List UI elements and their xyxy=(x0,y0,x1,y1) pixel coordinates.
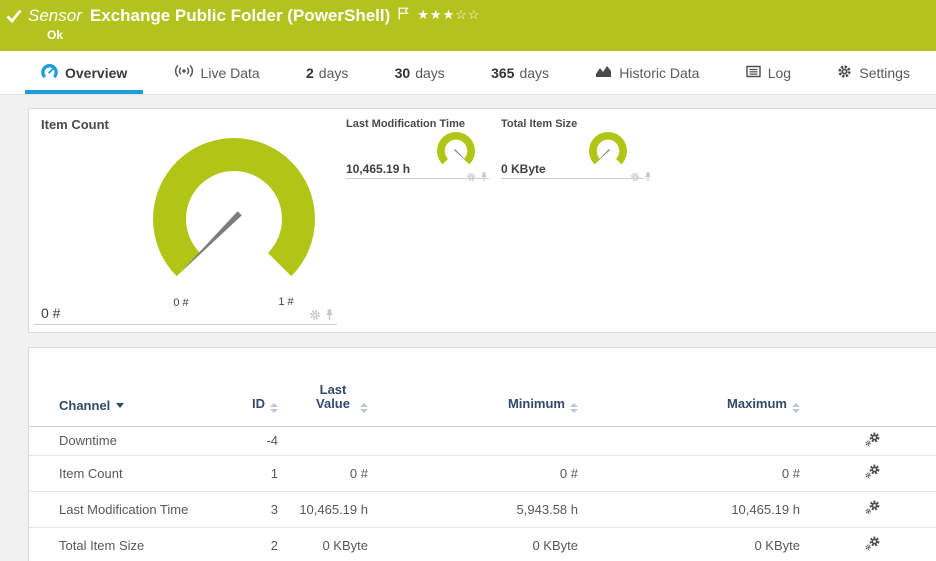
tab-bar: Overview Live Data 2 days 30 days 365 da… xyxy=(0,51,936,95)
column-header-channel[interactable]: Channel xyxy=(29,348,229,427)
column-header-id[interactable]: ID xyxy=(229,348,278,427)
sort-icon xyxy=(792,402,800,413)
flag-icon[interactable] xyxy=(398,7,409,25)
gauge-icon xyxy=(41,63,58,82)
channel-id: -4 xyxy=(229,426,278,456)
gauges-card: Item Count 0 # 1 # 0 # Last Modification… xyxy=(28,108,936,333)
channel-maximum xyxy=(578,426,800,456)
column-label: Maximum xyxy=(727,395,787,411)
item-count-gauge xyxy=(149,134,319,284)
channel-name[interactable]: Total Item Size xyxy=(29,527,229,561)
historic-data-icon xyxy=(595,65,612,81)
gauge-current-value: 0 # xyxy=(41,305,61,321)
channel-minimum xyxy=(368,426,578,456)
channel-last-value: 0 KByte xyxy=(278,527,368,561)
channel-name[interactable]: Item Count xyxy=(29,455,229,492)
gauge-current-value: 0 KByte xyxy=(501,162,546,176)
tab-2-days[interactable]: 2 days xyxy=(290,51,364,94)
column-header-minimum[interactable]: Minimum xyxy=(368,348,578,427)
column-header-actions xyxy=(800,348,936,427)
tab-historic-data[interactable]: Historic Data xyxy=(579,51,715,94)
channel-settings-icon[interactable] xyxy=(864,431,881,451)
status-badge: Ok xyxy=(47,28,64,42)
channels-table: Channel ID Last Value Minimum Maximum Do… xyxy=(29,348,936,561)
tab-label: Overview xyxy=(65,64,128,81)
table-row: Downtime -4 xyxy=(29,426,936,456)
panel-divider xyxy=(34,324,337,325)
tab-settings[interactable]: Settings xyxy=(821,51,926,94)
gauge-title-item-count: Item Count xyxy=(41,117,109,132)
gauge-max-label: 1 # xyxy=(278,296,294,308)
tab-label: days xyxy=(519,64,550,81)
tab-overview[interactable]: Overview xyxy=(25,51,144,94)
tab-365-days[interactable]: 365 days xyxy=(475,51,565,94)
channel-id: 1 xyxy=(229,455,278,492)
panel-divider xyxy=(501,178,644,179)
channel-last-value: 10,465.19 h xyxy=(278,491,368,528)
channel-name[interactable]: Downtime xyxy=(29,426,229,456)
channels-card: Channel ID Last Value Minimum Maximum Do… xyxy=(28,347,936,561)
tab-label: days xyxy=(415,64,445,81)
tab-30-days[interactable]: 30 days xyxy=(379,51,461,94)
tab-log[interactable]: Log xyxy=(730,51,807,94)
total-item-size-gauge xyxy=(588,131,628,170)
table-row: Total Item Size 2 0 KByte 0 KByte 0 KByt… xyxy=(29,527,936,561)
live-data-icon xyxy=(174,64,194,81)
gauge-min-label: 0 # xyxy=(173,297,189,309)
column-label: Channel xyxy=(59,397,111,413)
sort-icon xyxy=(360,402,368,413)
channel-last-value xyxy=(278,426,368,456)
tab-label: Historic Data xyxy=(619,64,700,81)
panel-divider xyxy=(346,178,489,179)
sort-icon xyxy=(270,402,278,413)
column-label: Minimum xyxy=(507,395,565,411)
stars-filled[interactable]: ★★★ xyxy=(417,7,455,22)
sort-icon xyxy=(570,402,578,413)
sensor-header: Sensor Exchange Public Folder (PowerShel… xyxy=(0,0,936,51)
gauge-current-value: 10,465.19 h xyxy=(346,162,411,176)
gear-icon xyxy=(837,64,852,82)
stars-empty[interactable]: ☆☆ xyxy=(455,7,480,22)
channel-settings-icon[interactable] xyxy=(864,499,881,519)
channel-settings-icon[interactable] xyxy=(864,535,881,555)
prtg-sensor-page: { "header": { "kind_label": "Sensor", "t… xyxy=(0,0,936,561)
table-header-row: Channel ID Last Value Minimum Maximum xyxy=(29,348,936,427)
column-header-maximum[interactable]: Maximum xyxy=(578,348,800,427)
tab-number: 365 xyxy=(491,64,515,81)
channel-minimum: 5,943.58 h xyxy=(368,491,578,528)
status-check-icon xyxy=(6,9,22,28)
tab-number: 30 xyxy=(394,64,411,81)
sort-desc-icon xyxy=(116,402,125,408)
channel-minimum: 0 KByte xyxy=(368,527,578,561)
pin-icon[interactable] xyxy=(644,169,652,187)
channel-maximum: 10,465.19 h xyxy=(578,491,800,528)
column-label: Last Value xyxy=(316,381,350,411)
column-header-last-value[interactable]: Last Value xyxy=(278,348,368,427)
channel-id: 3 xyxy=(229,491,278,528)
channel-settings-icon[interactable] xyxy=(864,463,881,483)
channel-id: 2 xyxy=(229,527,278,561)
object-kind-label: Sensor xyxy=(28,6,82,25)
channel-minimum: 0 # xyxy=(368,455,578,492)
page-title: Exchange Public Folder (PowerShell) xyxy=(89,6,391,25)
last-modification-time-gauge xyxy=(436,131,476,170)
column-label: ID xyxy=(252,395,265,411)
channel-last-value: 0 # xyxy=(278,455,368,492)
channel-maximum: 0 # xyxy=(578,455,800,492)
gauge-title-last-modification-time: Last Modification Time xyxy=(346,118,465,130)
tab-label: Live Data xyxy=(200,64,260,81)
tab-label: Settings xyxy=(859,64,910,81)
tab-label: days xyxy=(318,64,349,81)
gauge-title-total-item-size: Total Item Size xyxy=(501,118,578,130)
channel-maximum: 0 KByte xyxy=(578,527,800,561)
channel-name[interactable]: Last Modification Time xyxy=(29,491,229,528)
table-row: Last Modification Time 3 10,465.19 h 5,9… xyxy=(29,491,936,528)
table-row: Item Count 1 0 # 0 # 0 # xyxy=(29,455,936,492)
tab-number: 2 xyxy=(305,64,314,81)
priority-stars[interactable]: ★★★☆☆ xyxy=(417,7,480,22)
log-icon xyxy=(746,65,761,81)
tab-label: Log xyxy=(767,64,792,81)
tab-live-data[interactable]: Live Data xyxy=(158,51,276,94)
